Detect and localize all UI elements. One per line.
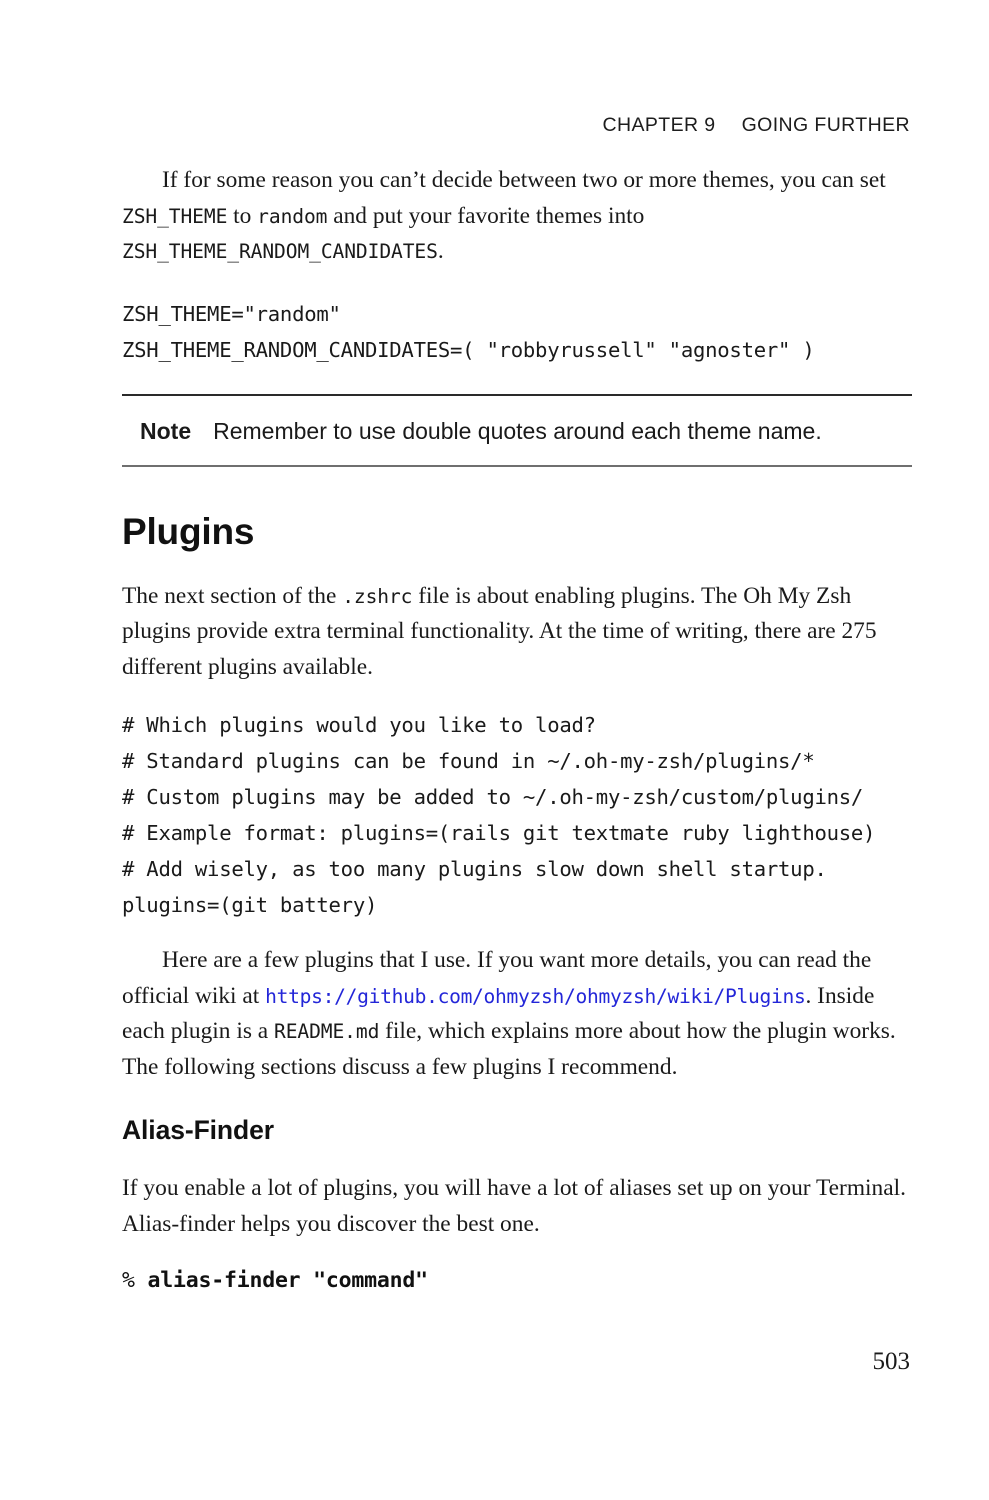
note-row: Note Remember to use double quotes aroun…: [122, 418, 912, 445]
command-line-alias-finder: % alias-finder "command": [122, 1268, 912, 1293]
intro-text-part-3: and put your favorite themes into: [327, 202, 645, 229]
note-text: Remember to use double quotes around eac…: [213, 417, 822, 444]
inline-code-zsh-theme: ZSH_THEME: [122, 204, 228, 228]
wiki-plugins-link[interactable]: https://github.com/ohmyzsh/ohmyzsh/wiki/…: [265, 985, 806, 1008]
page-number: 503: [872, 1348, 911, 1375]
running-head-chapter-label: CHAPTER 9: [602, 114, 716, 136]
section-heading-plugins: Plugins: [122, 510, 255, 552]
inline-code-readme-md: README.md: [274, 1020, 380, 1043]
intro-text-part-4: .: [437, 238, 444, 264]
code-block-plugins-config: # Which plugins would you like to load? …: [122, 713, 876, 917]
note-box: Note Remember to use double quotes aroun…: [122, 393, 912, 467]
paragraph-alias-finder-body: If you enable a lot of plugins, you will…: [122, 1175, 906, 1237]
subsection-heading-alias-finder: Alias-Finder: [122, 1115, 274, 1145]
paragraph-wiki-reference: Here are a few plugins that I use. If yo…: [122, 943, 912, 1085]
running-head: CHAPTER 9 GOING FURTHER: [122, 114, 910, 137]
intro-text-part-2: to: [227, 202, 258, 229]
inline-code-random: random: [257, 204, 328, 228]
intro-text-part-1: If for some reason you can’t decide betw…: [162, 167, 886, 193]
running-head-chapter-title: GOING FURTHER: [741, 114, 910, 136]
paragraph-plugins-intro: The next section of the .zshrc file is a…: [122, 579, 912, 686]
shell-prompt-symbol: %: [122, 1268, 148, 1293]
inline-code-zshrc: .zshrc: [342, 584, 413, 608]
page-content: If for some reason you can’t decide betw…: [122, 163, 912, 1293]
book-page: CHAPTER 9 GOING FURTHER If for some reaso…: [0, 0, 989, 1500]
paragraph-theme-random-intro: If for some reason you can’t decide betw…: [122, 163, 912, 270]
code-block-theme-random: ZSH_THEME="random" ZSH_THEME_RANDOM_CAND…: [122, 301, 815, 362]
inline-code-zsh-theme-random-candidates: ZSH_THEME_RANDOM_CANDIDATES: [122, 240, 438, 263]
command-text: alias-finder "command": [147, 1268, 429, 1293]
note-label: Note: [140, 417, 192, 444]
plugins-intro-part-1: The next section of the: [122, 582, 343, 609]
